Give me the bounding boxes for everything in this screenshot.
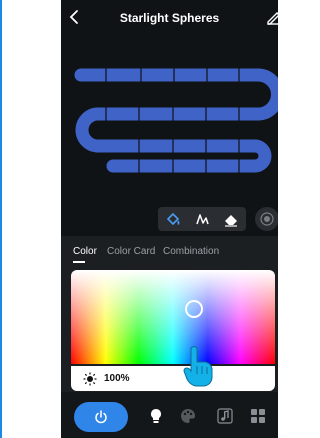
bottom-nav [61,392,278,438]
brightness-slider[interactable]: 100% [71,366,275,391]
sun-icon [83,372,97,386]
drawing-toolbar [158,207,246,231]
pen-tool[interactable] [193,210,211,228]
extra-tool-button[interactable] [255,207,278,231]
paint-bucket-icon [166,212,180,226]
edit-icon[interactable] [266,9,278,25]
music-icon[interactable] [216,407,234,425]
power-button[interactable] [74,402,128,432]
strip-curve-right [251,68,278,121]
eraser-tool[interactable] [222,210,240,228]
tab-active-underline [73,261,85,263]
page-title: Starlight Spheres [119,11,220,25]
tab-color-card[interactable]: Color Card [107,246,155,257]
app-screen: Starlight Spheres Color Color Card Combi… [61,0,278,438]
grid-icon[interactable] [249,407,267,425]
light-strip-canvas[interactable] [61,36,278,206]
brightness-value: 100% [104,373,130,384]
left-border-strip [0,0,2,438]
tab-color-label: Color [73,246,97,257]
eraser-icon [225,215,238,227]
tap-hand-icon [183,346,213,387]
tab-color[interactable]: Color [73,246,97,263]
bulb-icon[interactable] [147,407,165,425]
color-picker-field[interactable] [71,270,275,364]
header: Starlight Spheres [61,0,278,36]
tab-combination[interactable]: Combination [163,246,219,257]
power-icon [95,410,107,424]
pen-icon [196,214,209,225]
fill-tool[interactable] [164,210,182,228]
color-picker-handle[interactable] [185,300,203,318]
palette-icon[interactable] [179,407,197,425]
target-icon [260,212,274,226]
